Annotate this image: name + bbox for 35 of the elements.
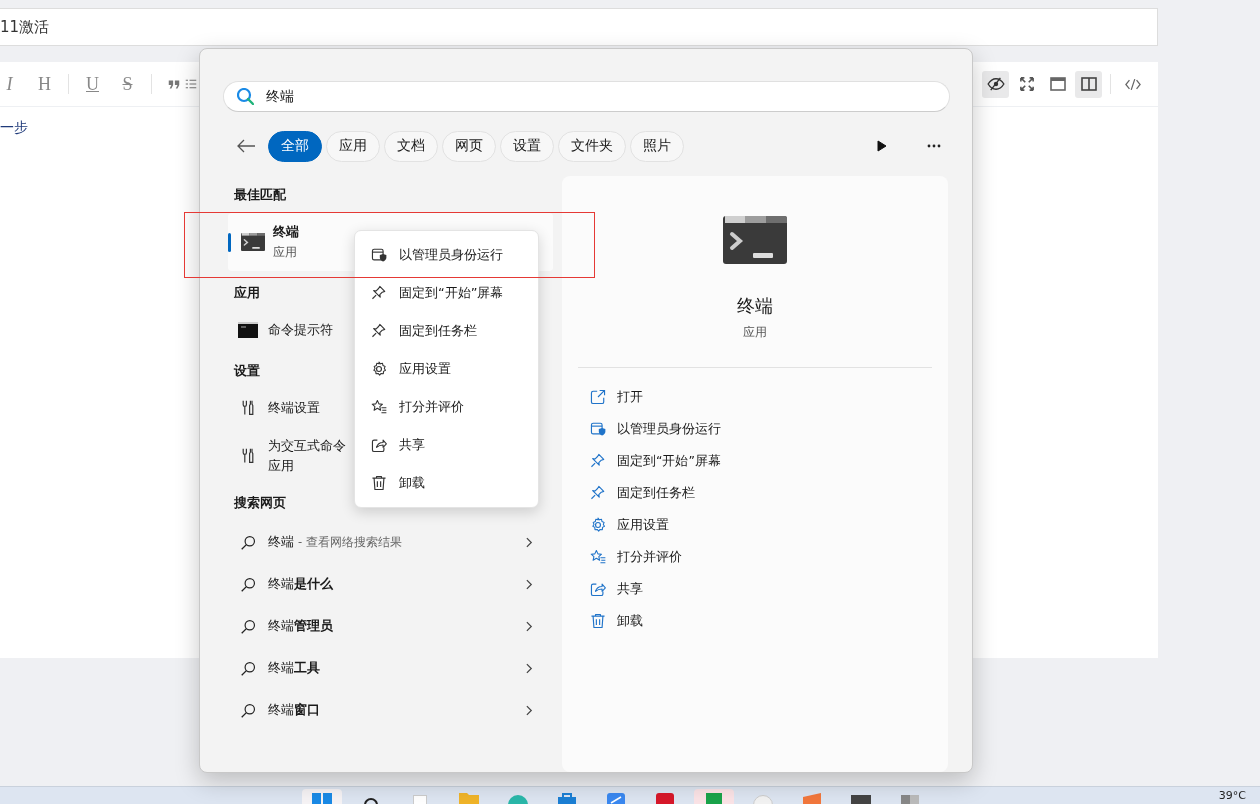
result-name: 终端 xyxy=(273,223,299,241)
item-label: 卸载 xyxy=(399,474,425,492)
result-type: 应用 xyxy=(268,457,295,475)
suggestion-text: 终端是什么 xyxy=(268,575,333,593)
item-label: 打分并评价 xyxy=(399,398,464,416)
item-label: 共享 xyxy=(617,580,643,598)
item-label: 打开 xyxy=(617,388,643,406)
section-heading: 应用 xyxy=(233,284,260,302)
item-label: 以管理员身份运行 xyxy=(617,420,721,438)
section-heading: 搜索网页 xyxy=(233,494,286,512)
suggestion-text: 终端管理员 xyxy=(268,617,333,635)
item-label: 应用设置 xyxy=(399,360,451,378)
item-label: 打分并评价 xyxy=(617,548,682,566)
item-label: 固定到任务栏 xyxy=(617,484,695,502)
item-label: 以管理员身份运行 xyxy=(399,246,503,264)
result-label: 终端设置 xyxy=(268,399,320,417)
app-type: 应用 xyxy=(743,324,767,341)
item-label: 卸载 xyxy=(617,612,643,630)
app-name: 终端 xyxy=(737,294,773,318)
item-label: 应用设置 xyxy=(617,516,669,534)
hint-text: - 查看网络搜索结果 xyxy=(298,534,402,550)
result-label: 命令提示符 xyxy=(268,321,333,339)
item-label: 固定到任务栏 xyxy=(399,322,477,340)
item-label: 共享 xyxy=(399,436,425,454)
section-heading: 设置 xyxy=(233,362,260,380)
weather-temperature: 39°C xyxy=(1218,789,1246,802)
result-type: 应用 xyxy=(273,244,298,261)
result-label: 为交互式命令 xyxy=(268,437,346,455)
suggestion-text: 终端工具 xyxy=(268,659,320,677)
query-text: 终端 xyxy=(268,533,294,551)
body-text: 一步 xyxy=(0,119,28,135)
suggestion-text: 终端窗口 xyxy=(268,701,320,719)
item-label: 固定到“开始”屏幕 xyxy=(617,452,721,470)
item-label: 固定到“开始”屏幕 xyxy=(399,284,504,302)
section-heading: 最佳匹配 xyxy=(233,186,286,204)
